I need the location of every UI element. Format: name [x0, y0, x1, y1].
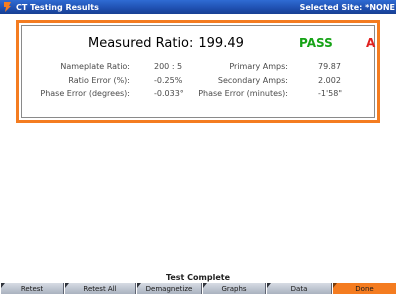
result-panel-inner: Measured Ratio: 199.49 PASS A Nameplate R…	[21, 25, 375, 118]
title-bar: CT Testing Results Selected Site: *NONE	[0, 0, 396, 14]
app-logo-icon	[3, 2, 12, 12]
measured-ratio-value: 199.49	[198, 36, 244, 51]
graphs-button[interactable]: Graphs	[202, 283, 266, 294]
data-button[interactable]: Data	[266, 283, 332, 294]
result-panel: Measured Ratio: 199.49 PASS A Nameplate R…	[16, 20, 380, 123]
nameplate-ratio-value: 200 : 5	[154, 62, 183, 71]
status-message: Test Complete	[165, 273, 231, 282]
ratio-error-label: Ratio Error (%):	[68, 76, 130, 85]
phase-error-minutes-label: Phase Error (minutes):	[198, 89, 288, 98]
measured-ratio: Measured Ratio: 199.49	[88, 36, 244, 51]
phase-error-degrees-label: Phase Error (degrees):	[40, 89, 130, 98]
phase-error-minutes-value: -1'58"	[318, 89, 343, 98]
primary-amps-label: Primary Amps:	[229, 62, 288, 71]
secondary-amps-value: 2.002	[318, 76, 341, 85]
measured-ratio-label: Measured Ratio:	[88, 36, 194, 51]
secondary-amps-label: Secondary Amps:	[217, 76, 288, 85]
grade-badge: A	[366, 36, 376, 50]
retest-button[interactable]: Retest	[0, 283, 64, 294]
retest-all-button[interactable]: Retest All	[64, 283, 136, 294]
pass-status: PASS	[299, 36, 333, 50]
ratio-error-value: -0.25%	[154, 76, 183, 85]
window-title: CT Testing Results	[16, 2, 99, 12]
demagnetize-button[interactable]: Demagnetize	[136, 283, 202, 294]
nameplate-ratio-label: Nameplate Ratio:	[60, 62, 130, 71]
selected-site-label[interactable]: Selected Site: *NONE	[300, 3, 396, 12]
phase-error-degrees-value: -0.033°	[154, 89, 184, 98]
primary-amps-value: 79.87	[318, 62, 341, 71]
done-button[interactable]: Done	[332, 283, 396, 294]
softkey-bar: Retest Retest All Demagnetize Graphs Dat…	[0, 283, 396, 294]
